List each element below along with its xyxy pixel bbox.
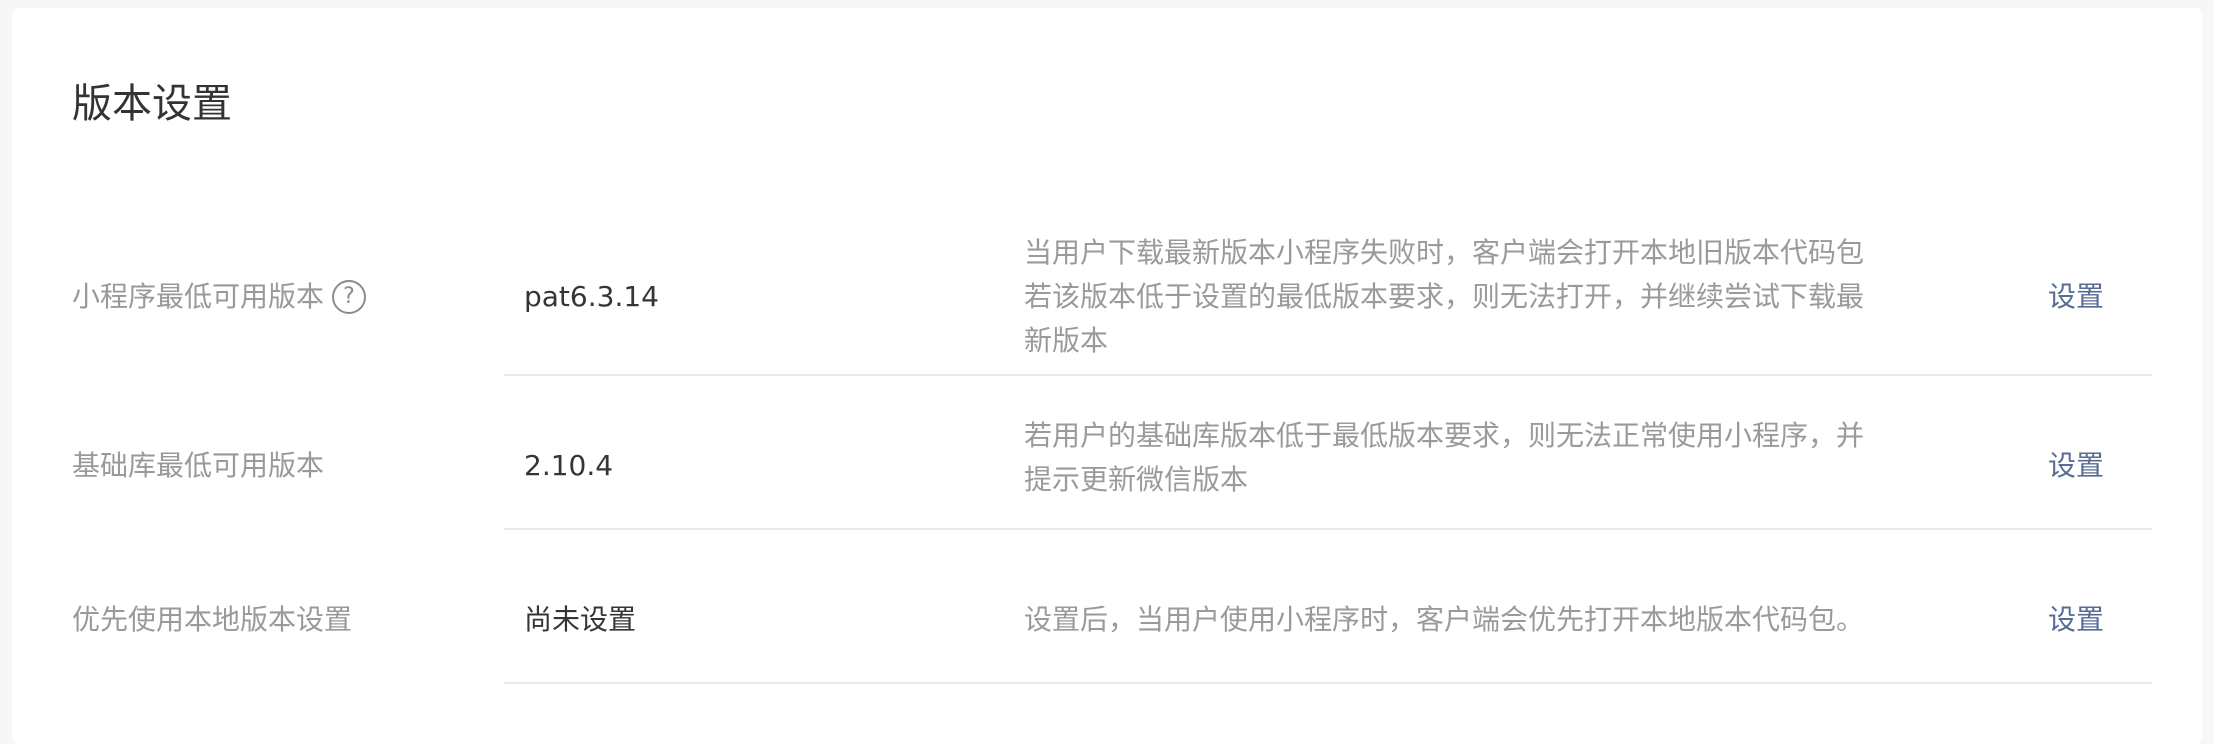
set-min-miniprogram-version-button[interactable]: 设置 (2048, 275, 2104, 319)
setting-label: 基础库最低可用版本 (72, 444, 324, 488)
description-line: 若用户的基础库版本低于最低版本要求，则无法正常使用小程序，并 (1024, 419, 1865, 452)
setting-label: 优先使用本地版本设置 (72, 598, 352, 642)
row-divider (504, 528, 2152, 530)
setting-description: 若用户的基础库版本低于最低版本要求，则无法正常使用小程序，并 提示更新微信版本 (1024, 414, 1884, 502)
description-line: 提示更新微信版本 (1024, 463, 1249, 496)
description-line: 当用户下载最新版本小程序失败时，客户端会打开本地旧版本代码包 (1024, 236, 1865, 269)
row-divider (504, 374, 2152, 376)
row-divider (504, 682, 2152, 684)
setting-description: 当用户下载最新版本小程序失败时，客户端会打开本地旧版本代码包 若该版本低于设置的… (1024, 231, 1884, 363)
description-line: 若该版本低于设置的最低版本要求，则无法打开，并继续尝试下载最 (1024, 280, 1865, 313)
setting-label-text: 优先使用本地版本设置 (72, 603, 353, 636)
question-circle-icon[interactable]: ? (332, 280, 367, 314)
setting-label: 小程序最低可用版本 ? (72, 275, 367, 319)
setting-value: 尚未设置 (524, 603, 637, 636)
set-min-base-library-version-button[interactable]: 设置 (2048, 444, 2104, 488)
setting-label-text: 基础库最低可用版本 (72, 449, 325, 482)
help-symbol: ? (343, 284, 355, 309)
setting-value: pat6.3.14 (524, 280, 659, 313)
description-line: 新版本 (1024, 324, 1109, 357)
setting-description: 设置后，当用户使用小程序时，客户端会优先打开本地版本代码包。 (1024, 598, 1884, 642)
setting-label-text: 小程序最低可用版本 (72, 280, 325, 313)
page-title: 版本设置 (72, 81, 232, 127)
setting-value: 2.10.4 (524, 449, 614, 482)
version-settings-panel: 版本设置 小程序最低可用版本 ? pat6.3.14 当用户下载最新版本小程序失… (12, 8, 2202, 744)
set-prefer-local-version-button[interactable]: 设置 (2048, 598, 2104, 642)
description-line: 设置后，当用户使用小程序时，客户端会优先打开本地版本代码包。 (1024, 603, 1865, 636)
